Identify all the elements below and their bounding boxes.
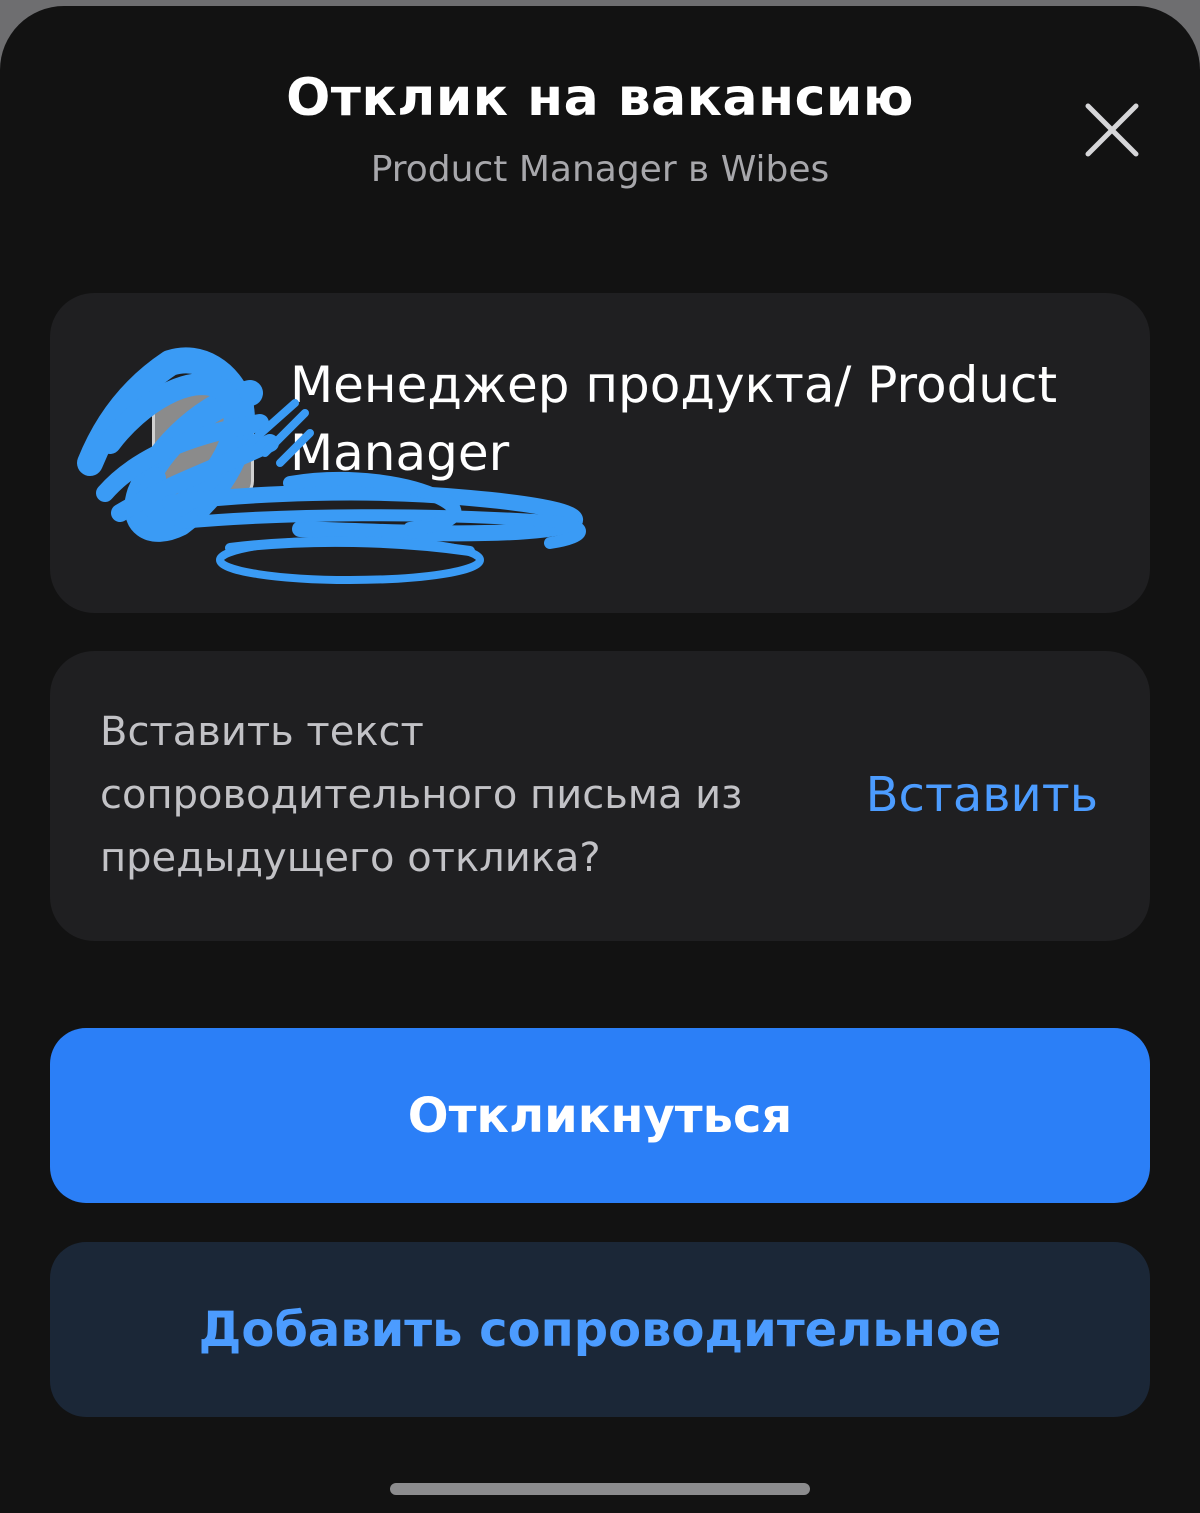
redaction-scribble <box>77 347 586 584</box>
add-cover-letter-button[interactable]: Добавить сопроводительное <box>50 1242 1150 1417</box>
paste-prompt-text: Вставить текст сопроводительного письма … <box>100 709 743 881</box>
response-sheet: Отклик на вакансию Product Manager в Wib… <box>0 6 1200 1513</box>
respond-button[interactable]: Откликнуться <box>50 1028 1150 1203</box>
paste-cover-letter-card: Вставить текст сопроводительного письма … <box>50 651 1150 941</box>
paste-button[interactable]: Вставить <box>866 767 1098 823</box>
home-indicator[interactable] <box>390 1483 810 1495</box>
sheet-title: Отклик на вакансию <box>286 68 914 128</box>
close-button[interactable] <box>1080 98 1144 162</box>
vacancy-card[interactable]: Менеджер продукта/ Product Manager <box>50 293 1150 613</box>
sheet-subtitle: Product Manager в Wibes <box>370 149 830 190</box>
close-icon <box>1085 103 1139 157</box>
